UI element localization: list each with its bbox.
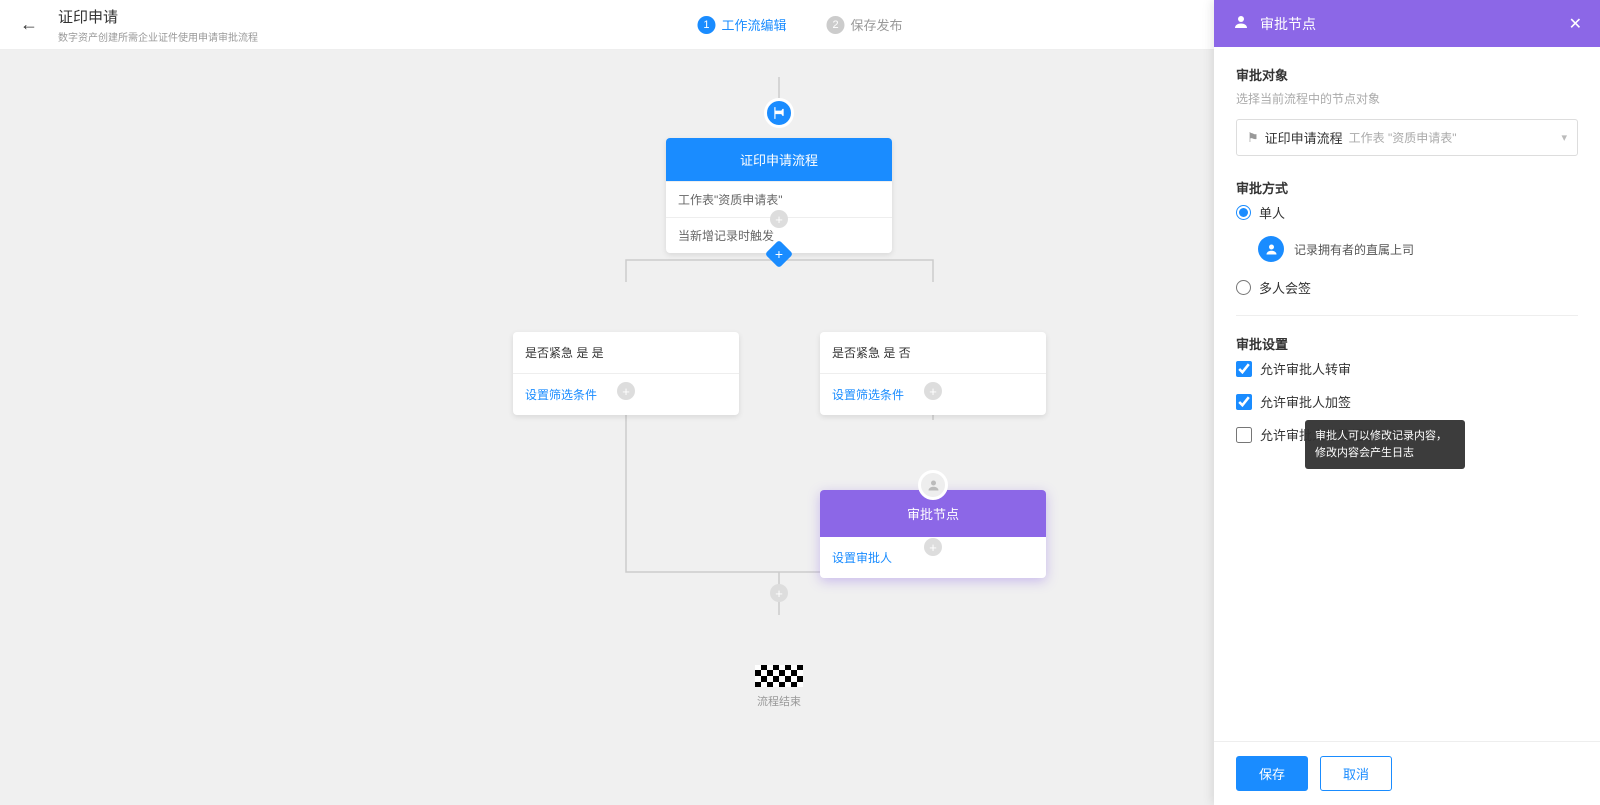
node-start[interactable]: 证印申请流程 工作表"资质申请表" 当新增记录时触发: [666, 138, 892, 253]
set-filter-link[interactable]: 设置筛选条件: [525, 388, 597, 402]
step-workflow-edit[interactable]: 1 工作流编辑: [677, 15, 806, 34]
add-node-button[interactable]: +: [924, 382, 942, 400]
check-label: 允许审批人加签: [1260, 392, 1351, 411]
checkbox-input[interactable]: [1236, 427, 1252, 443]
add-node-button[interactable]: +: [617, 382, 635, 400]
object-sub-label: 工作表 "资质申请表": [1349, 129, 1457, 146]
condition-header: 是否紧急 是 否: [820, 332, 1046, 373]
add-node-button[interactable]: +: [924, 538, 942, 556]
approver-label: 记录拥有者的直属上司: [1294, 241, 1414, 258]
add-node-button[interactable]: +: [770, 210, 788, 228]
set-approver-link[interactable]: 设置审批人: [832, 551, 892, 565]
node-approval-header: 审批节点: [820, 490, 1046, 537]
connector-lines: [0, 50, 1214, 805]
tooltip: 审批人可以修改记录内容，修改内容会产生日志: [1305, 420, 1465, 469]
wizard-steps: 1 工作流编辑 2 保存发布: [677, 15, 922, 34]
radio-multi[interactable]: 多人会签: [1236, 278, 1578, 297]
section-approval-mode: 审批方式: [1236, 178, 1578, 197]
node-condition-yes[interactable]: 是否紧急 是 是 设置筛选条件: [513, 332, 739, 415]
radio-single[interactable]: 单人: [1236, 203, 1578, 222]
radio-label: 单人: [1259, 203, 1285, 222]
radio-input[interactable]: [1236, 280, 1251, 295]
save-button[interactable]: 保存: [1236, 756, 1308, 791]
step-label: 保存发布: [851, 15, 903, 34]
page-title: 证印申请: [58, 6, 258, 27]
section-approval-settings: 审批设置: [1236, 334, 1578, 353]
object-main-label: 证印申请流程: [1265, 128, 1343, 147]
side-panel: 审批节点 ✕ 审批对象 选择当前流程中的节点对象 ⚑ 证印申请流程 工作表 "资…: [1214, 0, 1600, 805]
flag-icon: [764, 98, 794, 128]
node-end: 流程结束: [755, 665, 803, 709]
tooltip-text: 审批人可以修改记录内容，修改内容会产生日志: [1315, 430, 1447, 459]
node-start-title: 证印申请流程: [740, 153, 818, 168]
radio-label: 多人会签: [1259, 278, 1311, 297]
divider: [1236, 315, 1578, 316]
object-select[interactable]: ⚑ 证印申请流程 工作表 "资质申请表" ▾: [1236, 119, 1578, 156]
node-condition-no[interactable]: 是否紧急 是 否 设置筛选条件: [820, 332, 1046, 415]
cancel-button[interactable]: 取消: [1320, 756, 1392, 791]
check-transfer[interactable]: 允许审批人转审: [1236, 359, 1578, 378]
section-approval-object: 审批对象: [1236, 65, 1578, 84]
step-number: 1: [697, 16, 715, 34]
check-label: 允许审批人转审: [1260, 359, 1351, 378]
node-start-header: 证印申请流程: [666, 138, 892, 181]
user-icon: [918, 470, 948, 500]
workflow-canvas[interactable]: 证印申请流程 工作表"资质申请表" 当新增记录时触发 + 是否紧急 是 是 设置…: [0, 50, 1214, 805]
approver-chip[interactable]: 记录拥有者的直属上司: [1258, 236, 1578, 262]
close-icon[interactable]: ✕: [1569, 14, 1582, 34]
section-hint: 选择当前流程中的节点对象: [1236, 90, 1578, 107]
add-node-button[interactable]: +: [770, 584, 788, 602]
user-icon: [1232, 13, 1250, 34]
chevron-down-icon: ▾: [1561, 131, 1567, 144]
checkbox-input[interactable]: [1236, 361, 1252, 377]
back-button[interactable]: ←: [20, 14, 38, 35]
node-approval[interactable]: 审批节点 设置审批人: [820, 490, 1046, 578]
end-flag-icon: [755, 665, 803, 687]
panel-header: 审批节点 ✕: [1214, 0, 1600, 47]
panel-title: 审批节点: [1260, 14, 1316, 34]
panel-footer: 保存 取消: [1214, 741, 1600, 805]
avatar-icon: [1258, 236, 1284, 262]
step-number: 2: [827, 16, 845, 34]
node-approval-title: 审批节点: [907, 507, 959, 522]
check-countersign[interactable]: 允许审批人加签: [1236, 392, 1578, 411]
page-subtitle: 数字资产创建所需企业证件使用申请审批流程: [58, 29, 258, 44]
header-titles: 证印申请 数字资产创建所需企业证件使用申请审批流程: [58, 6, 258, 44]
radio-input[interactable]: [1236, 205, 1251, 220]
set-filter-link[interactable]: 设置筛选条件: [832, 388, 904, 402]
flag-icon: ⚑: [1247, 130, 1259, 146]
checkbox-input[interactable]: [1236, 394, 1252, 410]
condition-header: 是否紧急 是 是: [513, 332, 739, 373]
panel-body: 审批对象 选择当前流程中的节点对象 ⚑ 证印申请流程 工作表 "资质申请表" ▾…: [1214, 47, 1600, 741]
step-save-publish[interactable]: 2 保存发布: [807, 15, 923, 34]
mode-radio-group: 单人 记录拥有者的直属上司 多人会签: [1236, 203, 1578, 297]
step-label: 工作流编辑: [721, 15, 786, 34]
end-label: 流程结束: [755, 693, 803, 709]
